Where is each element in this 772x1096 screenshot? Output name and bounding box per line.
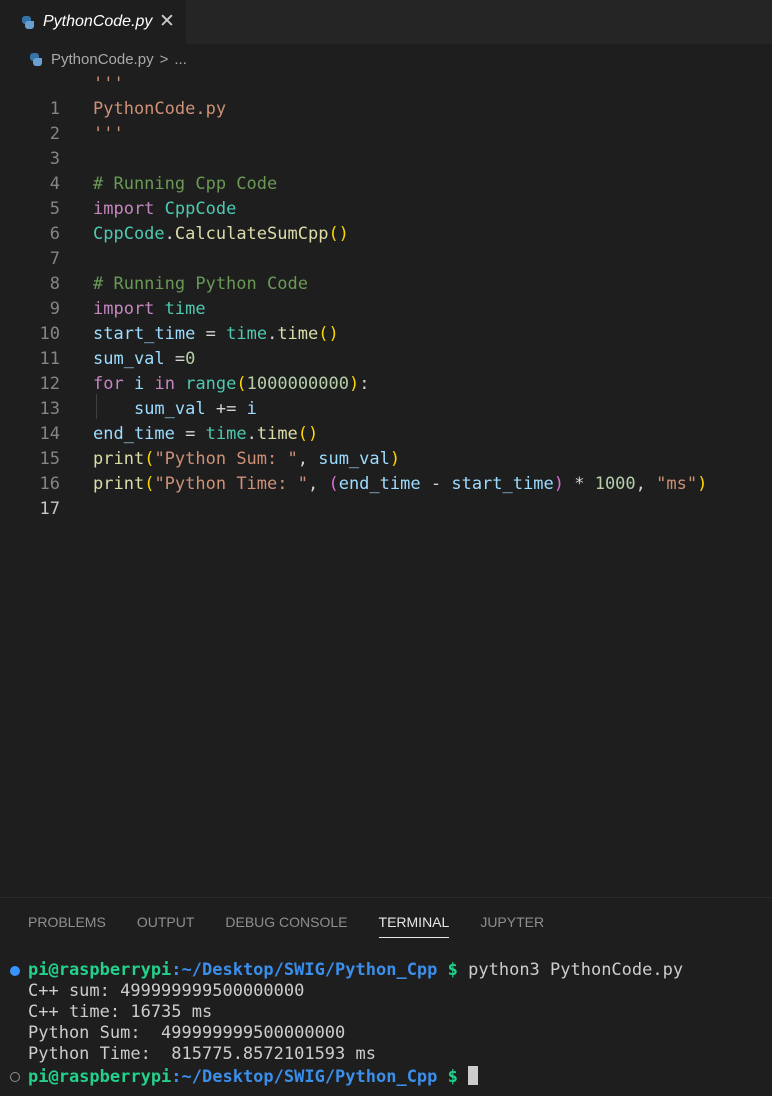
code-line[interactable]: 3 '''	[0, 122, 772, 169]
code-text: import time	[93, 299, 206, 319]
code-line[interactable]: 4	[0, 147, 772, 194]
panel-tabs: PROBLEMS OUTPUT DEBUG CONSOLE TERMINAL J…	[28, 912, 575, 938]
code-text: end_time = time.time()	[93, 424, 319, 444]
command-pending-dot-icon[interactable]	[10, 1072, 20, 1082]
code-text: # Running Cpp Code	[93, 174, 278, 194]
code-text: PythonCode.py	[93, 99, 227, 119]
close-icon[interactable]: ✕	[159, 10, 175, 33]
code-text: # Running Python Code	[93, 274, 308, 294]
line-number: 17	[39, 499, 60, 519]
prompt-symbol: $	[447, 960, 458, 980]
code-line[interactable]: 11 start_time = time.time()	[0, 322, 772, 369]
code-line[interactable]: 17 print("Python Time: ", (end_time - st…	[0, 472, 772, 519]
code-line[interactable]: 7 CppCode.CalculateSumCpp()	[0, 222, 772, 269]
code-line[interactable]: 2 PythonCode.py	[0, 97, 772, 144]
terminal-output-line: Python Time: 815775.8572101593 ms	[28, 1044, 376, 1064]
code-text: import CppCode	[93, 199, 237, 219]
breadcrumb-more[interactable]: ...	[174, 51, 187, 68]
tab-output[interactable]: OUTPUT	[137, 912, 195, 938]
code-line[interactable]: 12 sum_val =0	[0, 347, 772, 394]
editor-tab-bar: PythonCode.py ✕	[0, 0, 772, 44]
tab-debug-console[interactable]: DEBUG CONSOLE	[225, 912, 347, 938]
terminal-command: python3 PythonCode.py	[457, 960, 684, 980]
terminal-output-line: C++ time: 16735 ms	[28, 1002, 213, 1022]
terminal-output-line: Python Sum: 499999999500000000	[28, 1023, 346, 1043]
command-success-dot-icon[interactable]	[10, 966, 20, 976]
prompt-path: :~/Desktop/SWIG/Python_Cpp	[171, 1067, 438, 1087]
terminal-output-line: C++ sum: 499999999500000000	[28, 981, 305, 1001]
editor-tab-pythoncode[interactable]: PythonCode.py ✕	[0, 0, 186, 44]
breadcrumb-file[interactable]: PythonCode.py	[51, 51, 154, 68]
code-text: for i in range(1000000000):	[93, 374, 370, 394]
terminal-cursor	[468, 1066, 479, 1085]
code-line[interactable]: 8	[0, 247, 772, 294]
tab-jupyter[interactable]: JUPYTER	[480, 912, 544, 938]
code-text: sum_val += i	[133, 399, 257, 419]
bottom-panel: PROBLEMS OUTPUT DEBUG CONSOLE TERMINAL J…	[0, 897, 772, 1096]
code-line[interactable]: 10 import time	[0, 297, 772, 344]
code-line[interactable]: 16 print("Python Sum: ", sum_val)	[0, 447, 772, 494]
code-text: print("Python Time: ", (end_time - start…	[93, 474, 708, 494]
terminal-prompt-line: pi@raspberrypi:~/Desktop/SWIG/Python_Cpp…	[28, 1066, 479, 1087]
tab-problems[interactable]: PROBLEMS	[28, 912, 106, 938]
code-line[interactable]: 6 import CppCode	[0, 197, 772, 244]
code-line[interactable]: 5 # Running Cpp Code	[0, 172, 772, 219]
code-line[interactable]: 1 '''	[0, 72, 772, 119]
code-line[interactable]: 13 for i in range(1000000000):	[0, 372, 772, 419]
prompt-symbol: $	[447, 1067, 458, 1087]
tab-title: PythonCode.py	[43, 13, 153, 30]
code-line[interactable]: 15 end_time = time.time()	[0, 422, 772, 469]
code-text: sum_val =0	[93, 349, 196, 369]
code-line[interactable]: 9 # Running Python Code	[0, 272, 772, 319]
code-text: CppCode.CalculateSumCpp()	[93, 224, 349, 244]
prompt-path: :~/Desktop/SWIG/Python_Cpp	[171, 960, 438, 980]
code-line[interactable]: 14 sum_val += i	[0, 397, 772, 444]
code-text: start_time = time.time()	[93, 324, 339, 344]
python-icon	[20, 15, 35, 30]
tab-terminal[interactable]: TERMINAL	[378, 912, 450, 938]
python-icon	[28, 52, 43, 67]
terminal-prompt-line: pi@raspberrypi:~/Desktop/SWIG/Python_Cpp…	[28, 960, 683, 981]
chevron-right-icon: >	[159, 50, 169, 68]
prompt-user: pi@raspberrypi	[28, 960, 172, 980]
prompt-user: pi@raspberrypi	[28, 1067, 172, 1087]
code-text: print("Python Sum: ", sum_val)	[93, 449, 401, 469]
breadcrumb: PythonCode.py > ...	[28, 47, 187, 71]
code-text: '''	[93, 74, 124, 94]
code-text: '''	[93, 124, 124, 144]
